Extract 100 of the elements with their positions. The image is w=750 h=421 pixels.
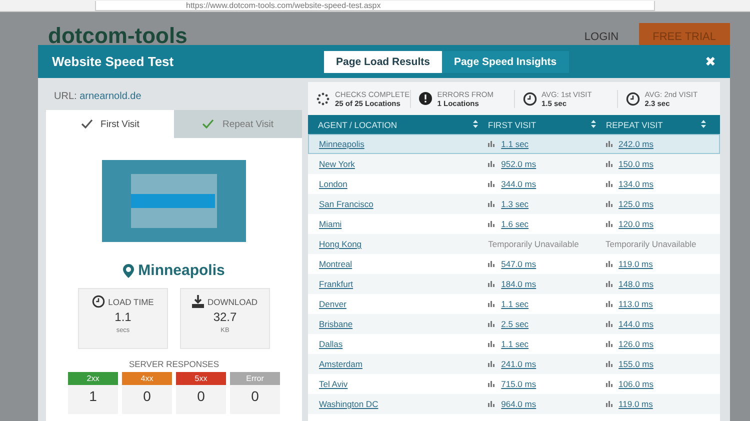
response-count: 0 (143, 387, 151, 406)
timing-link[interactable]: 113.0 ms (618, 299, 653, 309)
timing-link[interactable]: 155.0 ms (618, 359, 654, 369)
location-link[interactable]: Amsterdam (319, 359, 362, 369)
location-link[interactable]: Minneapolis (319, 139, 364, 149)
bar-chart-icon (488, 321, 496, 327)
timing-link[interactable]: 952.0 ms (501, 159, 536, 169)
timing-link[interactable]: 134.0 ms (618, 179, 654, 189)
section-title: SERVER RESPONSES (128, 359, 220, 369)
bar-chart-icon (606, 381, 614, 387)
table-row[interactable]: Frankfurt 184.0 ms 148.0 ms (308, 274, 720, 294)
timing-link[interactable]: 1.1 sec (501, 299, 529, 309)
bar-chart-icon (488, 301, 496, 307)
timing-link[interactable]: 241.0 ms (501, 359, 536, 369)
location-link[interactable]: Miami (319, 219, 342, 229)
location-link[interactable]: London (319, 179, 348, 189)
timing-link[interactable]: 126.0 ms (618, 339, 654, 349)
bar-chart-icon (488, 281, 496, 287)
results-tab[interactable]: Page Speed Insights (442, 50, 569, 72)
timing-link[interactable]: 344.0 ms (501, 179, 536, 189)
address-bar[interactable]: https://www.dotcom-tools.com/website-speed-test.aspx (95, 1, 655, 11)
visit-tab[interactable]: Repeat Visit (174, 110, 302, 138)
table-row[interactable]: Brisbane 2.5 sec 144.0 ms (308, 314, 720, 334)
table-row[interactable]: New York 952.0 ms 150.0 ms (308, 154, 720, 174)
column-header[interactable]: REPEAT VISIT (606, 120, 663, 130)
timing-link[interactable]: 119.0 ms (618, 399, 653, 409)
location-link[interactable]: Frankfurt (319, 279, 354, 289)
location-link[interactable]: New York (319, 159, 355, 169)
timing-link[interactable]: 148.0 ms (618, 279, 654, 289)
bar-chart-icon (488, 141, 496, 147)
url-link[interactable]: arnearnold.de (80, 91, 142, 102)
timing-link[interactable]: 964.0 ms (501, 399, 536, 409)
bar-chart-icon (606, 361, 614, 367)
location-link[interactable]: Denver (319, 299, 346, 309)
sort-icon (473, 120, 478, 128)
timing-link[interactable]: 1.1 sec (501, 139, 529, 149)
timing-link[interactable]: 125.0 ms (618, 199, 654, 209)
bar-chart-icon (606, 301, 614, 307)
response-count: 0 (197, 387, 205, 406)
close-button[interactable]: ✖ (705, 54, 716, 69)
bar-chart-icon (488, 261, 496, 267)
bar-chart-icon (488, 181, 496, 187)
metric-value: 32.7 (213, 310, 237, 324)
timing-link[interactable]: 242.0 ms (618, 139, 654, 149)
location-link[interactable]: Montreal (319, 259, 352, 269)
column-header[interactable]: AGENT / LOCATION (318, 120, 398, 130)
table-row[interactable]: San Francisco 1.3 sec 125.0 ms (308, 194, 720, 214)
location-link[interactable]: Washington DC (319, 399, 378, 409)
bar-chart-icon (606, 221, 614, 227)
column-header[interactable]: FIRST VISIT (488, 120, 536, 130)
metric-label: LOAD TIME (108, 296, 154, 306)
timing-link[interactable]: 1.3 sec (501, 199, 529, 209)
bar-chart-icon (606, 281, 614, 287)
timing-link[interactable]: 1.6 sec (501, 219, 529, 229)
clock-icon (626, 92, 640, 106)
location-link[interactable]: Brisbane (319, 319, 353, 329)
status-text: Temporarily Unavailable (488, 239, 579, 249)
table-row[interactable]: Hong Kong Temporarily Unavailable Temporarily Unavailable (308, 234, 720, 254)
status-code-label: Error (230, 372, 280, 385)
sort-icon (591, 120, 596, 128)
visit-tab[interactable]: First Visit (46, 110, 174, 138)
url-line: URL: arnearnold.de (53, 90, 142, 104)
bar-chart-icon (488, 361, 496, 367)
map-pin-icon (123, 264, 134, 278)
bar-chart-icon (606, 401, 614, 407)
timing-link[interactable]: 144.0 ms (618, 319, 654, 329)
check-icon (202, 119, 214, 129)
bar-chart-icon (488, 401, 496, 407)
location-link[interactable]: Hong Kong (319, 239, 362, 249)
table-row[interactable]: Washington DC 964.0 ms 119.0 ms (308, 394, 720, 414)
location-name: Minneapolis (138, 262, 225, 279)
download-icon (192, 295, 204, 308)
bar-chart-icon (488, 381, 496, 387)
timing-link[interactable]: 119.0 ms (618, 259, 653, 269)
status-code-label: 5xx (176, 372, 226, 385)
table-row[interactable]: Minneapolis 1.1 sec 242.0 ms (308, 134, 720, 154)
timing-link[interactable]: 2.5 sec (501, 319, 529, 329)
location-link[interactable]: San Francisco (319, 199, 374, 209)
timing-link[interactable]: 120.0 ms (618, 219, 654, 229)
timing-link[interactable]: 715.0 ms (501, 379, 536, 389)
timing-link[interactable]: 184.0 ms (501, 279, 536, 289)
status-code-label: 2xx (68, 372, 118, 385)
timing-link[interactable]: 150.0 ms (618, 159, 654, 169)
bar-chart-icon (606, 181, 614, 187)
timing-link[interactable]: 547.0 ms (501, 259, 536, 269)
sort-icon (701, 120, 706, 128)
table-row[interactable]: Amsterdam 241.0 ms 155.0 ms (308, 354, 720, 374)
status-code-label: 4xx (122, 372, 172, 385)
timing-link[interactable]: 1.1 sec (501, 339, 529, 349)
bar-chart-icon (606, 341, 614, 347)
clock-icon (92, 295, 106, 308)
dialog-title: Website Speed Test (52, 54, 175, 69)
results-tab[interactable]: Page Load Results (324, 50, 442, 72)
bar-chart-icon (488, 221, 496, 227)
login-link[interactable]: LOGIN (584, 31, 619, 43)
bar-chart-icon (606, 141, 614, 147)
timing-link[interactable]: 106.0 ms (618, 379, 654, 389)
location-link[interactable]: Dallas (319, 339, 343, 349)
clock-icon (522, 92, 536, 106)
location-link[interactable]: Tel Aviv (319, 379, 348, 389)
